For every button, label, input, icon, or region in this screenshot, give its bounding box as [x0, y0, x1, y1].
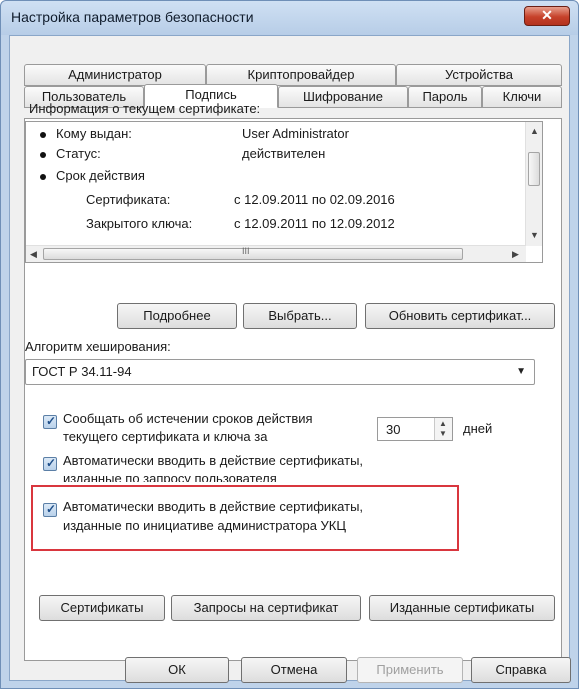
auto-apply-admin-label-line2: изданные по инициативе администратора УК…	[63, 518, 346, 533]
help-button[interactable]: Справка	[471, 657, 571, 683]
checkmark-icon: ✓	[46, 414, 57, 428]
stepper-down-icon[interactable]: ▼	[439, 429, 447, 438]
tab-encryption[interactable]: Шифрование	[278, 86, 408, 108]
scroll-grip: III	[242, 246, 250, 256]
scroll-left-icon[interactable]: ◀	[30, 249, 37, 260]
cert-info-list[interactable]: Кому выдан: User Administrator Статус: д…	[25, 121, 543, 263]
bullet-icon	[40, 152, 46, 158]
tab-password[interactable]: Пароль	[408, 86, 482, 108]
auto-apply-user-checkbox[interactable]: ✓	[43, 456, 57, 471]
security-settings-window: Настройка параметров безопасности ✕ Адми…	[0, 0, 579, 689]
hash-algorithm-select[interactable]: ГОСТ Р 34.11-94 ▼	[25, 359, 535, 385]
requests-button[interactable]: Запросы на сертификат	[171, 595, 361, 621]
auto-apply-user-label-line1: Автоматически вводить в действие сертифи…	[63, 453, 364, 468]
cert-validity-label: Срок действия	[56, 168, 145, 183]
expiry-notify-label-line2: текущего сертификата и ключа за	[63, 429, 268, 444]
update-certificate-button[interactable]: Обновить сертификат...	[365, 303, 555, 329]
checkmark-icon: ✓	[46, 502, 57, 516]
key-period-label: Закрытого ключа:	[86, 216, 193, 231]
vertical-scrollbar[interactable]: ▲ ▼	[525, 122, 542, 246]
stepper-up-icon[interactable]: ▲	[439, 419, 447, 428]
expiry-days-value: 30	[386, 422, 401, 437]
certificates-button[interactable]: Сертификаты	[39, 595, 165, 621]
scroll-down-icon[interactable]: ▼	[530, 230, 539, 240]
window-title: Настройка параметров безопасности	[11, 9, 254, 25]
tab-devices[interactable]: Устройства	[396, 64, 562, 86]
issued-certificates-button[interactable]: Изданные сертификаты	[369, 595, 555, 621]
ok-button[interactable]: ОК	[125, 657, 229, 683]
scroll-up-icon[interactable]: ▲	[530, 126, 539, 136]
cert-issued-to-value: User Administrator	[242, 126, 349, 141]
auto-apply-admin-label-line1: Автоматически вводить в действие сертифи…	[63, 499, 364, 514]
bullet-icon	[40, 132, 46, 138]
cert-period-value: с 12.09.2011 по 02.09.2016	[234, 192, 395, 207]
cert-period-label: Сертификата:	[86, 192, 171, 207]
stepper-buttons[interactable]: ▲ ▼	[434, 418, 452, 440]
select-button[interactable]: Выбрать...	[243, 303, 357, 329]
cancel-button[interactable]: Отмена	[241, 657, 347, 683]
hash-algorithm-label: Алгоритм хеширования:	[25, 339, 171, 354]
expiry-notify-checkbox[interactable]: ✓	[43, 414, 57, 429]
tab-crypto-provider[interactable]: Криптопровайдер	[206, 64, 396, 86]
close-button[interactable]: ✕	[524, 6, 570, 26]
cert-status-value: действителен	[242, 146, 326, 161]
expiry-notify-label-line1: Сообщать об истечении сроков действия	[63, 411, 313, 426]
scroll-right-icon[interactable]: ▶	[512, 249, 519, 260]
vertical-scroll-thumb[interactable]	[528, 152, 540, 186]
auto-apply-user-label-line2: изданные по запросу пользователя	[63, 471, 277, 482]
tab-keys[interactable]: Ключи	[482, 86, 562, 108]
expiry-days-stepper[interactable]: 30 ▲ ▼	[377, 417, 453, 441]
auto-apply-admin-checkbox[interactable]: ✓	[43, 502, 57, 517]
bullet-icon	[40, 174, 46, 180]
checkmark-icon: ✓	[46, 456, 57, 470]
days-unit-label: дней	[463, 421, 493, 436]
cert-issued-to-label: Кому выдан:	[56, 126, 132, 141]
chevron-down-icon[interactable]: ▼	[516, 366, 526, 377]
hash-algorithm-value: ГОСТ Р 34.11-94	[32, 364, 132, 379]
cert-info-heading: Информация о текущем сертификате:	[29, 101, 261, 116]
horizontal-scroll-thumb[interactable]: III	[43, 246, 463, 260]
cert-status-label: Статус:	[56, 146, 101, 161]
details-button[interactable]: Подробнее	[117, 303, 237, 329]
horizontal-scrollbar[interactable]: ◀ III ▶	[26, 245, 526, 262]
key-period-value: с 12.09.2011 по 12.09.2012	[234, 216, 395, 231]
title-bar[interactable]: Настройка параметров безопасности ✕	[1, 1, 578, 35]
apply-button[interactable]: Применить	[357, 657, 463, 683]
tab-administrator[interactable]: Администратор	[24, 64, 206, 86]
